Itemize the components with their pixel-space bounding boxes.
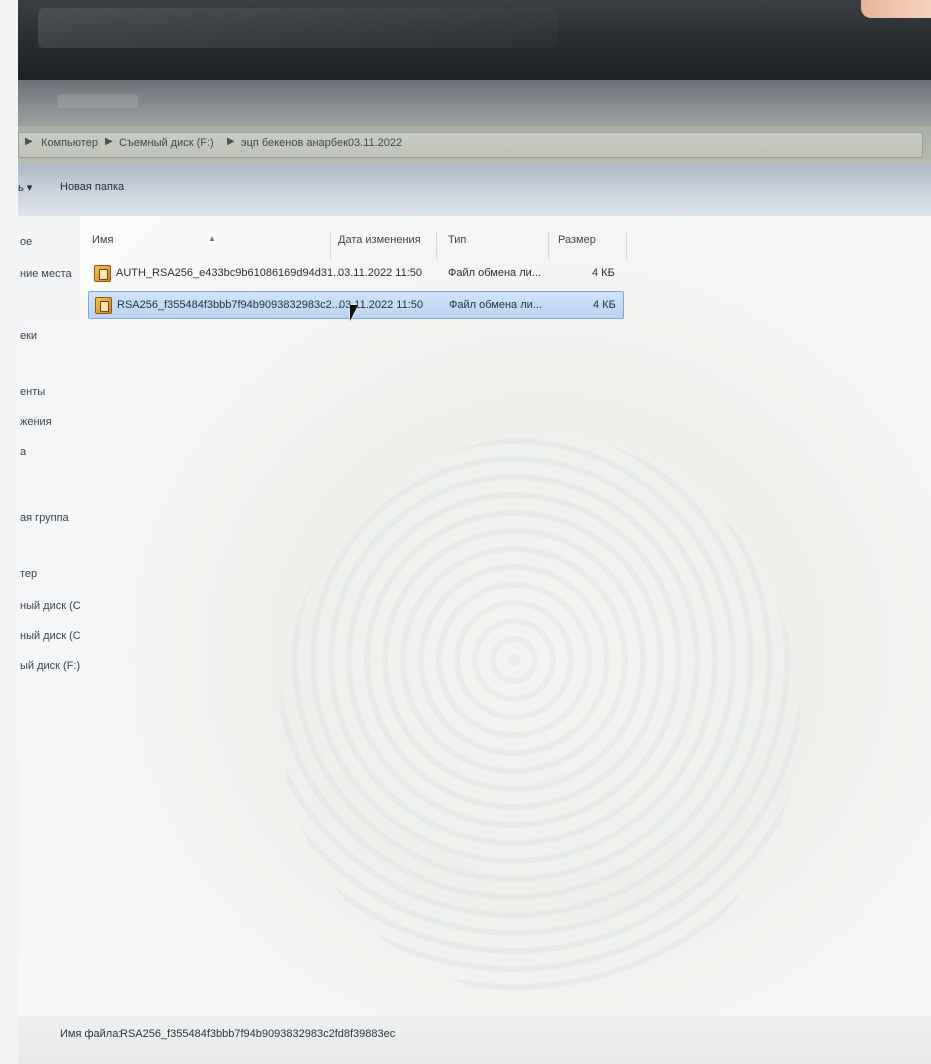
nav-item-libraries[interactable]: еки [20, 330, 37, 342]
column-header-row: Имя ▲ Дата изменения Тип Размер [80, 226, 640, 260]
certificate-file-icon [94, 265, 111, 282]
title-text-blur [58, 94, 138, 108]
organize-button[interactable]: ь ▾ [18, 181, 32, 194]
file-row[interactable]: AUTH_RSA256_e433bc9b61086169d94d31... 03… [88, 260, 624, 288]
breadcrumb-separator-icon: ▶ [105, 136, 113, 147]
file-date: 03.11.2022 11:50 [338, 267, 423, 279]
nav-item-local-disk-c[interactable]: ный диск (C [20, 600, 81, 612]
column-divider[interactable] [330, 232, 331, 260]
sort-ascending-icon: ▲ [208, 234, 216, 243]
mouse-pointer-icon [350, 305, 358, 321]
column-header-name[interactable]: Имя [92, 234, 113, 246]
filename-label: Имя файла: [60, 1028, 122, 1040]
file-name: AUTH_RSA256_e433bc9b61086169d94d31... [116, 267, 343, 279]
column-divider[interactable] [436, 232, 437, 260]
breadcrumb-separator-icon: ▶ [25, 136, 33, 147]
file-list-area[interactable]: Имя ▲ Дата изменения Тип Размер AUTH_RSA… [80, 216, 931, 1016]
file-size: 4 КБ [593, 299, 616, 311]
photo-edge [0, 0, 18, 1064]
nav-item-removable-disk-f[interactable]: ый диск (F:) [20, 660, 80, 672]
new-folder-button[interactable]: Новая папка [60, 181, 124, 193]
breadcrumb-current-folder[interactable]: эцп бекенов анарбек03.11.2022 [241, 137, 402, 149]
filename-input[interactable]: RSA256_f355484f3bbb7f94b9093832983c2fd8f… [120, 1028, 395, 1040]
nav-item-homegroup[interactable]: ая группа [20, 512, 69, 524]
filename-bar: Имя файла: RSA256_f355484f3bbb7f94b90938… [18, 1016, 931, 1064]
corner-badge [861, 0, 931, 18]
column-header-date[interactable]: Дата изменения [338, 234, 421, 246]
certificate-file-icon [95, 297, 112, 314]
file-name: RSA256_f355484f3bbb7f94b9093832983c2... [117, 299, 341, 311]
nav-item-recent-places[interactable]: ние места [20, 268, 72, 280]
column-divider[interactable] [548, 232, 549, 260]
navigation-pane: ое ние места еки енты жения а ая группа … [18, 216, 81, 1016]
breadcrumb-removable-disk[interactable]: Съемный диск (F:) [119, 137, 214, 149]
screen-glare [38, 8, 558, 48]
moire-pattern [280, 436, 800, 996]
address-bar[interactable]: ▶ Компьютер ▶ Съемный диск (F:) ▶ эцп бе… [18, 132, 923, 158]
breadcrumb-computer[interactable]: Компьютер [41, 137, 98, 149]
nav-item-computer[interactable]: тер [20, 568, 37, 580]
nav-item-local-disk-c2[interactable]: ный диск (C [20, 630, 81, 642]
window-title-bar [18, 80, 931, 126]
file-type: Файл обмена ли... [449, 299, 542, 311]
nav-item-documents[interactable]: енты [20, 386, 45, 398]
nav-item-favorites[interactable]: ое [20, 236, 32, 248]
toolbar: ь ▾ Новая папка [18, 164, 931, 216]
file-size: 4 КБ [592, 267, 615, 279]
column-divider[interactable] [626, 232, 627, 260]
column-header-size[interactable]: Размер [558, 234, 596, 246]
nav-item-music[interactable]: а [20, 446, 26, 458]
address-bar-row: ▶ Компьютер ▶ Съемный диск (F:) ▶ эцп бе… [18, 126, 931, 164]
nav-item-pictures[interactable]: жения [20, 416, 52, 428]
breadcrumb-separator-icon: ▶ [227, 136, 235, 147]
monitor-bezel [18, 0, 931, 80]
column-header-type[interactable]: Тип [448, 234, 466, 246]
file-type: Файл обмена ли... [448, 267, 541, 279]
